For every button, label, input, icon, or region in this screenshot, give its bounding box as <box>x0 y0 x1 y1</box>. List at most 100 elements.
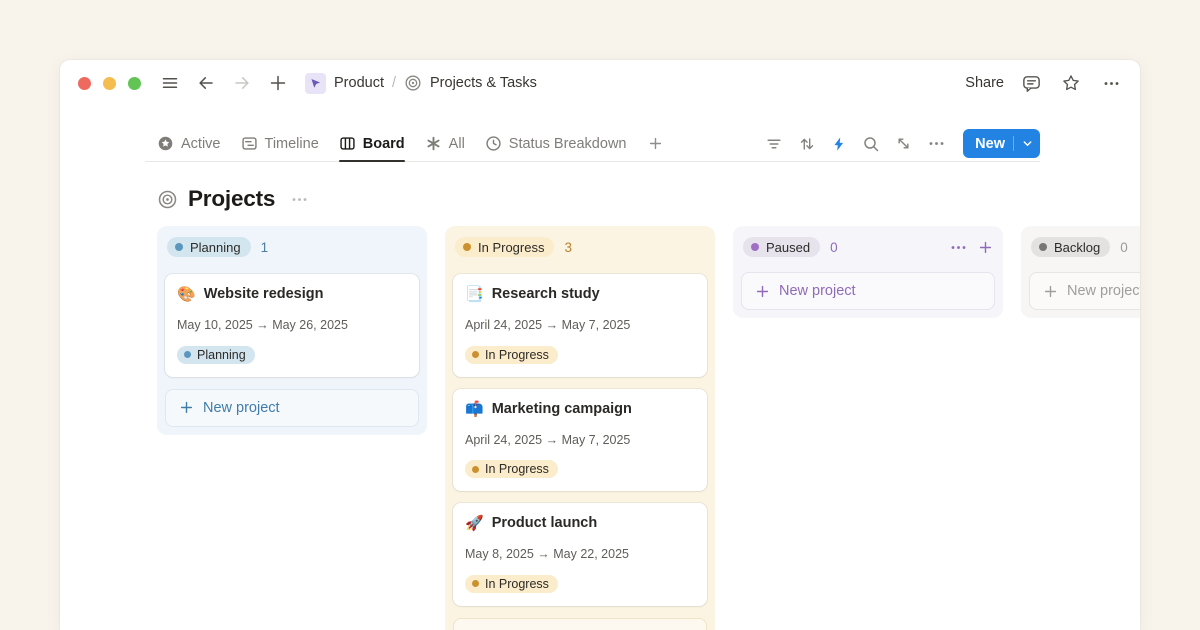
share-button[interactable]: Share <box>963 75 1006 91</box>
breadcrumb-page[interactable]: Projects & Tasks <box>430 75 537 91</box>
board-icon <box>339 135 356 152</box>
column-add-icon[interactable] <box>978 240 993 255</box>
topbar-actions <box>1020 72 1122 94</box>
view-tabs-bar: Active Timeline Board All Status Breakdown N… <box>145 126 1040 162</box>
card-emoji-icon: 📑 <box>465 285 484 303</box>
column-controls <box>949 238 993 257</box>
view-toolbar: New <box>765 129 1040 158</box>
plus-icon <box>1043 284 1058 299</box>
view-tabs: Active Timeline Board All Status Breakdown <box>157 126 663 161</box>
new-project-button[interactable]: New project <box>453 618 707 630</box>
column-more-icon[interactable] <box>949 238 968 257</box>
more-options-icon[interactable] <box>1100 72 1122 94</box>
card-status: Planning <box>177 345 407 364</box>
card-dates: May 10, 2025 → May 26, 2025 <box>177 318 407 332</box>
page-title: Projects <box>188 186 275 212</box>
column-count: 0 <box>830 240 838 255</box>
kanban-board: Planning 1 🎨Website redesignMay 10, 2025 →… <box>157 226 1140 630</box>
page-options-icon[interactable] <box>290 190 309 209</box>
filter-icon[interactable] <box>765 135 783 153</box>
tab-label: Status Breakdown <box>509 136 627 152</box>
breadcrumb-workspace[interactable]: Product <box>334 75 384 91</box>
board-column-paused: Paused 0 New project <box>733 226 1003 318</box>
search-icon[interactable] <box>862 135 880 153</box>
automations-icon[interactable] <box>831 136 847 152</box>
expand-icon[interactable] <box>895 135 912 152</box>
tab-timeline[interactable]: Timeline <box>241 126 319 161</box>
status-dot-icon <box>472 351 479 358</box>
view-toolbar-icons <box>765 134 946 153</box>
star-circle-icon <box>157 135 174 152</box>
favorite-star-icon[interactable] <box>1060 72 1082 94</box>
window-controls <box>78 77 141 90</box>
card-emoji-icon: 📫 <box>465 400 484 418</box>
comments-icon[interactable] <box>1020 72 1042 94</box>
status-label: In Progress <box>485 577 549 591</box>
new-project-button[interactable]: New project <box>741 272 995 310</box>
card-dates: April 24, 2025 → May 7, 2025 <box>465 433 695 447</box>
status-label: In Progress <box>485 462 549 476</box>
workspace-icon <box>305 73 326 94</box>
board-column-planning: Planning 1 🎨Website redesignMay 10, 2025 →… <box>157 226 427 435</box>
sort-icon[interactable] <box>798 135 816 153</box>
status-label: In Progress <box>485 348 549 362</box>
status-dot-icon <box>751 243 759 251</box>
timeline-icon <box>241 135 258 152</box>
column-count: 3 <box>564 240 572 255</box>
window-topbar: Product / Projects & Tasks Share <box>60 60 1140 106</box>
column-header: Backlog0 <box>1029 234 1140 260</box>
status-badge: In Progress <box>465 575 558 593</box>
chevron-down-icon[interactable] <box>1022 138 1033 149</box>
zoom-window-button[interactable] <box>128 77 141 90</box>
status-dot-icon <box>463 243 471 251</box>
page-target-icon <box>404 74 422 92</box>
status-badge: Planning <box>177 346 255 364</box>
board-column-backlog: Backlog0 New project <box>1021 226 1140 318</box>
column-status-pill[interactable]: Planning <box>167 237 251 257</box>
view-more-icon[interactable] <box>927 134 946 153</box>
card-emoji-icon: 🚀 <box>465 514 484 532</box>
plus-icon <box>179 400 194 415</box>
column-name: In Progress <box>478 240 544 255</box>
column-count: 1 <box>261 240 269 255</box>
breadcrumb-separator: / <box>392 75 396 91</box>
project-card[interactable]: 🎨Website redesignMay 10, 2025 → May 26, … <box>165 274 419 377</box>
tab-board[interactable]: Board <box>339 126 405 161</box>
new-page-icon[interactable] <box>267 72 289 94</box>
status-label: Planning <box>197 348 246 362</box>
column-header: Paused 0 <box>741 234 995 260</box>
new-button-label: New <box>975 136 1005 152</box>
clock-icon <box>485 135 502 152</box>
add-view-button[interactable] <box>648 136 663 151</box>
card-title-row: 📑Research study <box>465 285 695 303</box>
new-button[interactable]: New <box>963 129 1040 158</box>
column-status-pill[interactable]: Paused <box>743 237 820 257</box>
new-project-label: New project <box>779 283 856 299</box>
status-badge: In Progress <box>465 346 558 364</box>
new-project-label: New project <box>1067 283 1140 299</box>
close-window-button[interactable] <box>78 77 91 90</box>
board-column-in-progress: In Progress3📑Research studyApril 24, 202… <box>445 226 715 630</box>
sidebar-menu-icon[interactable] <box>159 72 181 94</box>
desktop-background: Product / Projects & Tasks Share Active T… <box>0 0 1200 630</box>
back-icon[interactable] <box>195 72 217 94</box>
minimize-window-button[interactable] <box>103 77 116 90</box>
breadcrumb: Product / Projects & Tasks <box>305 73 537 94</box>
forward-icon[interactable] <box>231 72 253 94</box>
plus-icon <box>755 284 770 299</box>
tab-status-breakdown[interactable]: Status Breakdown <box>485 126 627 161</box>
column-header: In Progress 3 <box>453 234 707 260</box>
tab-all[interactable]: All <box>425 126 465 161</box>
new-project-button[interactable]: New project <box>1029 272 1140 310</box>
project-card[interactable]: 📫Marketing campaignApril 24, 2025 → May … <box>453 389 707 492</box>
card-dates: May 8, 2025 → May 22, 2025 <box>465 547 695 561</box>
nav-icons <box>159 72 289 94</box>
column-status-pill[interactable]: In Progress <box>455 237 554 257</box>
project-card[interactable]: 📑Research studyApril 24, 2025 → May 7, 2… <box>453 274 707 377</box>
project-card[interactable]: 🚀Product launchMay 8, 2025 → May 22, 202… <box>453 503 707 606</box>
tab-active[interactable]: Active <box>157 126 221 161</box>
app-window: Product / Projects & Tasks Share Active T… <box>60 60 1140 630</box>
new-project-button[interactable]: New project <box>165 389 419 427</box>
column-status-pill[interactable]: Backlog <box>1031 237 1110 257</box>
new-project-label: New project <box>203 400 280 416</box>
